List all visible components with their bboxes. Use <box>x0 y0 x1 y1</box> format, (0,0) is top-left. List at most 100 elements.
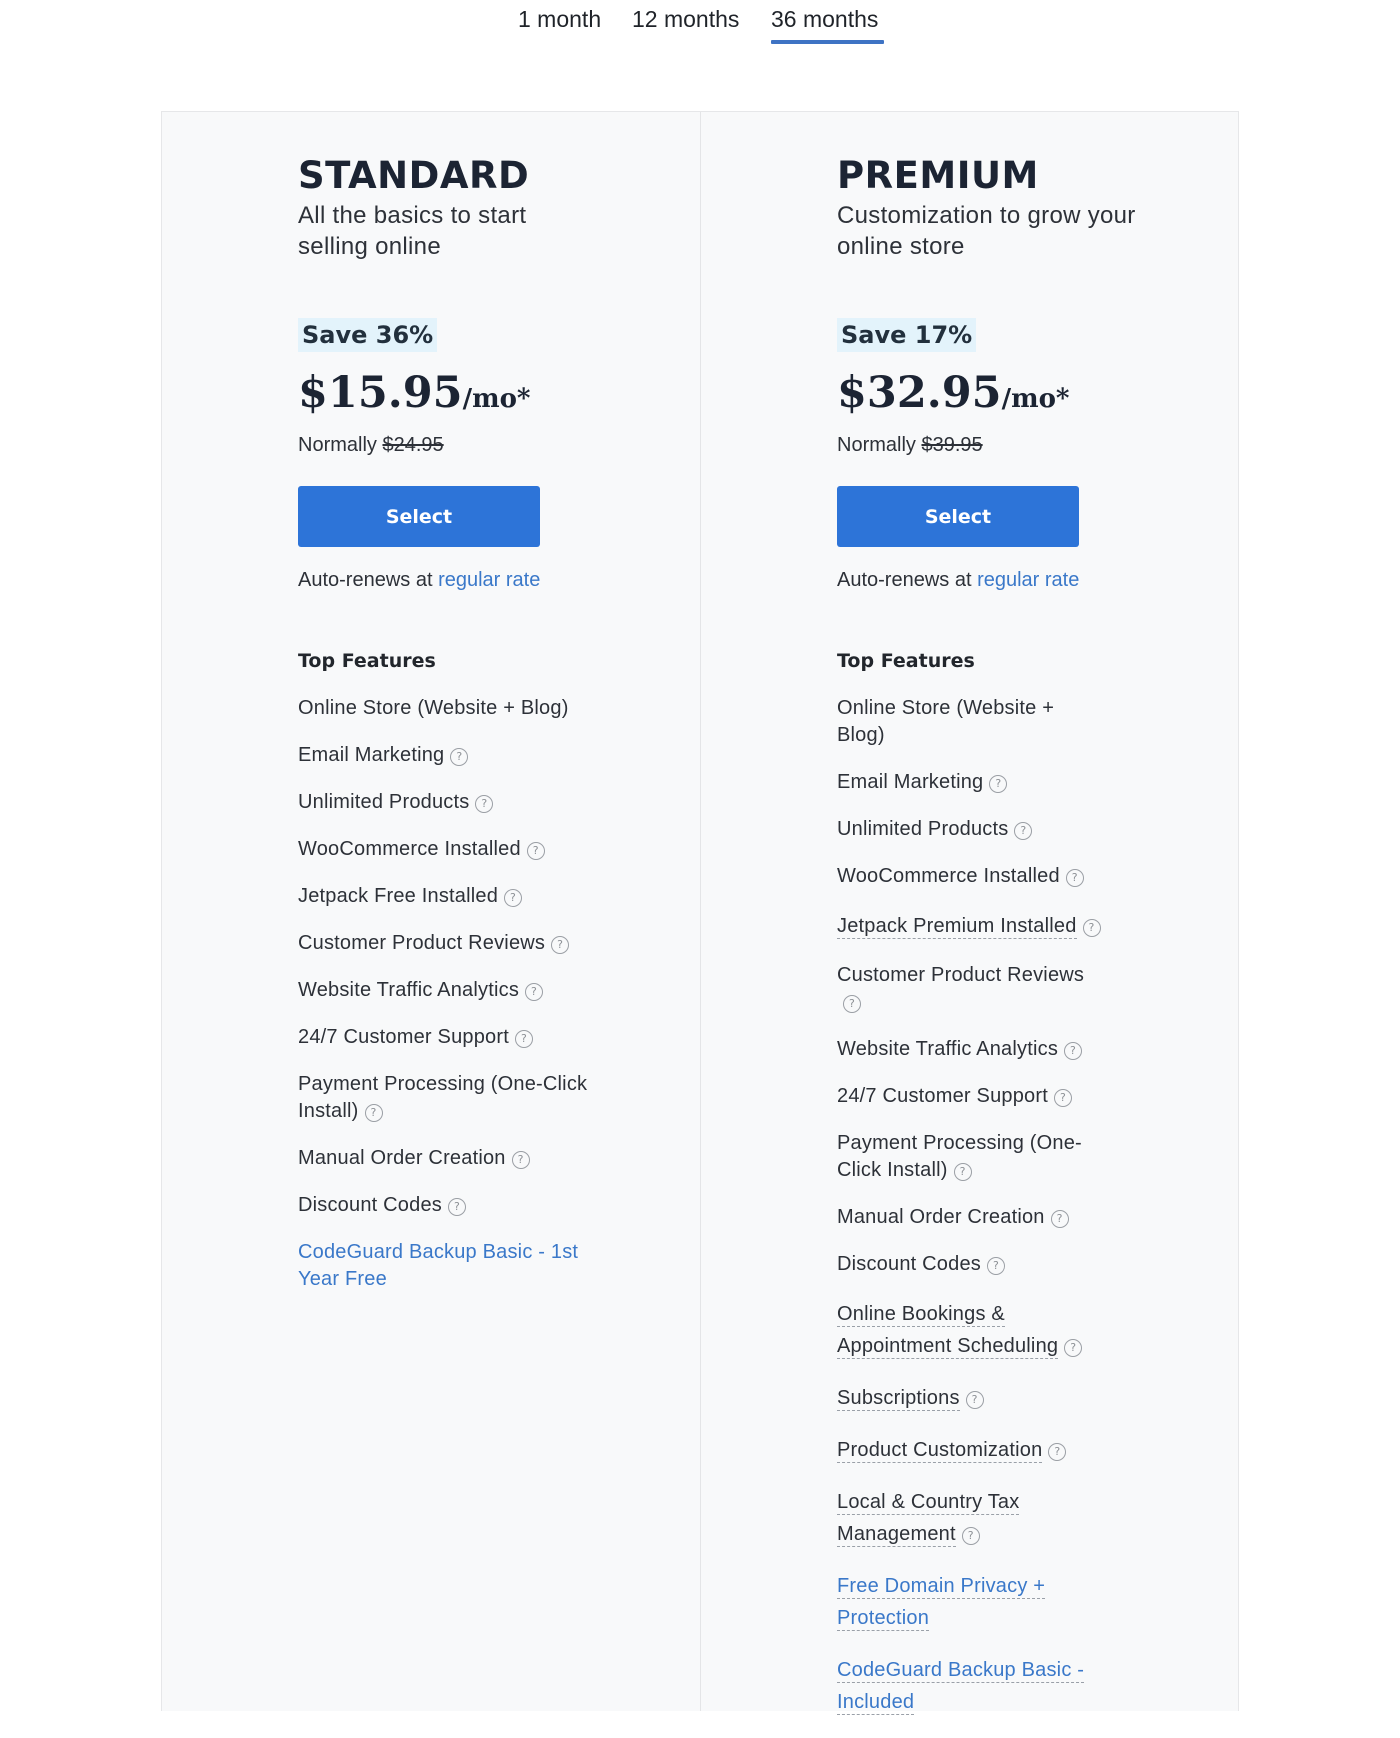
help-icon[interactable]: ? <box>526 842 545 860</box>
plan-subtitle: Customization to grow your online store <box>837 202 1136 260</box>
feature-item[interactable]: Product Customization? <box>837 1434 1107 1466</box>
normal-price-label: Normally <box>837 434 916 456</box>
help-icon[interactable]: ? <box>986 1257 1005 1275</box>
price-unit: /mo* <box>1001 384 1070 414</box>
feature-item: Manual Order Creation? <box>837 1204 1107 1231</box>
help-icon[interactable]: ? <box>1064 1339 1083 1357</box>
normal-price: Normally $24.95 <box>298 434 444 457</box>
active-tab-indicator <box>771 40 884 44</box>
feature-item: Unlimited Products? <box>298 789 598 816</box>
help-icon[interactable]: ? <box>1014 822 1033 840</box>
feature-label[interactable]: CodeGuard Backup Basic - Included <box>837 1659 1085 1715</box>
feature-item: Website Traffic Analytics? <box>837 1036 1107 1063</box>
feature-item: Website Traffic Analytics? <box>298 977 598 1004</box>
help-icon[interactable]: ? <box>843 995 861 1013</box>
feature-label[interactable]: Product Customization <box>837 1439 1043 1463</box>
feature-label: WooCommerce Installed <box>837 865 1060 887</box>
feature-item: Payment Processing (One-Click Install)? <box>298 1071 598 1125</box>
normal-price-value: $39.95 <box>921 434 983 456</box>
help-icon[interactable]: ? <box>525 983 544 1001</box>
price-unit: /mo* <box>462 384 531 414</box>
column-divider <box>700 112 701 1711</box>
feature-label: Discount Codes <box>837 1253 981 1275</box>
feature-label: Email Marketing <box>837 771 984 793</box>
feature-item[interactable]: Free Domain Privacy + Protection <box>837 1570 1107 1634</box>
price: $15.95/mo* <box>298 368 531 418</box>
feature-item: Email Marketing? <box>837 769 1107 796</box>
help-icon[interactable]: ? <box>1053 1089 1072 1107</box>
tab-12-months[interactable]: 12 months <box>632 6 739 33</box>
feature-label: Jetpack Free Installed <box>298 885 499 907</box>
feature-item[interactable]: Local & Country Tax Management? <box>837 1486 1107 1550</box>
feature-label: 24/7 Customer Support <box>298 1026 509 1048</box>
feature-item: 24/7 Customer Support? <box>298 1024 598 1051</box>
help-icon[interactable]: ? <box>504 889 523 907</box>
feature-label[interactable]: Subscriptions <box>837 1387 960 1411</box>
feature-label[interactable]: Online Bookings & Appointment Scheduling <box>837 1303 1059 1359</box>
plan-subtitle: All the basics to start selling online <box>298 202 527 260</box>
feature-item[interactable]: Online Bookings & Appointment Scheduling… <box>837 1298 1107 1362</box>
feature-item[interactable]: CodeGuard Backup Basic - Included <box>837 1654 1107 1718</box>
tab-1-month[interactable]: 1 month <box>518 6 601 33</box>
auto-renew-note: Auto-renews at regular rate <box>837 569 1079 592</box>
tab-36-months[interactable]: 36 months <box>771 6 878 33</box>
feature-item[interactable]: Subscriptions? <box>837 1382 1107 1414</box>
feature-label: Unlimited Products <box>298 791 470 813</box>
price: $32.95/mo* <box>837 368 1070 418</box>
feature-item[interactable]: CodeGuard Backup Basic - 1st Year Free <box>298 1239 598 1293</box>
help-icon[interactable]: ? <box>475 795 494 813</box>
normal-price-label: Normally <box>298 434 377 456</box>
feature-label: Online Store (Website + Blog) <box>837 697 1055 746</box>
features-list: Online Store (Website + Blog) Email Marke… <box>837 695 1137 1738</box>
feature-item: Unlimited Products? <box>837 816 1107 843</box>
feature-item: Online Store (Website + Blog) <box>298 695 598 722</box>
help-icon[interactable]: ? <box>953 1163 972 1181</box>
plan-title: STANDARD <box>298 154 530 197</box>
help-icon[interactable]: ? <box>1082 919 1101 937</box>
feature-item: WooCommerce Installed? <box>298 836 598 863</box>
feature-label[interactable]: CodeGuard Backup Basic - 1st Year Free <box>298 1241 578 1290</box>
help-icon[interactable]: ? <box>364 1104 383 1122</box>
feature-label: WooCommerce Installed <box>298 838 521 860</box>
feature-label: Email Marketing <box>298 744 445 766</box>
price-amount: $32.95 <box>837 368 1002 418</box>
feature-label: Customer Product Reviews <box>837 964 1085 986</box>
feature-item: Payment Processing (One-Click Install)? <box>837 1130 1107 1184</box>
help-icon[interactable]: ? <box>511 1151 530 1169</box>
save-badge: Save 36% <box>298 318 438 352</box>
help-icon[interactable]: ? <box>961 1527 980 1545</box>
help-icon[interactable]: ? <box>1048 1443 1067 1461</box>
feature-item[interactable]: Jetpack Premium Installed? <box>837 910 1107 942</box>
help-icon[interactable]: ? <box>989 775 1008 793</box>
feature-label: 24/7 Customer Support <box>837 1085 1048 1107</box>
normal-price-value: $24.95 <box>382 434 444 456</box>
feature-item: Jetpack Free Installed? <box>298 883 598 910</box>
feature-item: Manual Order Creation? <box>298 1145 598 1172</box>
feature-label: Discount Codes <box>298 1194 442 1216</box>
select-standard-button[interactable]: Select <box>298 486 540 547</box>
feature-label[interactable]: Local & Country Tax Management <box>837 1491 1020 1547</box>
help-icon[interactable]: ? <box>1065 869 1084 887</box>
select-premium-button[interactable]: Select <box>837 486 1079 547</box>
feature-label: Website Traffic Analytics <box>837 1038 1059 1060</box>
help-icon[interactable]: ? <box>965 1391 984 1409</box>
features-list: Online Store (Website + Blog) Email Marke… <box>298 695 598 1313</box>
help-icon[interactable]: ? <box>1050 1210 1069 1228</box>
auto-renew-note: Auto-renews at regular rate <box>298 569 540 592</box>
help-icon[interactable]: ? <box>447 1198 466 1216</box>
feature-label: Website Traffic Analytics <box>298 979 520 1001</box>
help-icon[interactable]: ? <box>551 936 570 954</box>
feature-label[interactable]: Jetpack Premium Installed <box>837 915 1077 939</box>
features-heading: Top Features <box>298 650 436 672</box>
feature-item: Customer Product Reviews? <box>837 962 1107 1016</box>
feature-item: Online Store (Website + Blog) <box>837 695 1107 749</box>
help-icon[interactable]: ? <box>1064 1042 1083 1060</box>
feature-label: Manual Order Creation <box>837 1206 1045 1228</box>
help-icon[interactable]: ? <box>450 748 469 766</box>
feature-label: Online Store (Website + Blog) <box>298 697 569 719</box>
regular-rate-link[interactable]: regular rate <box>977 569 1079 591</box>
features-heading: Top Features <box>837 650 975 672</box>
feature-label[interactable]: Free Domain Privacy + Protection <box>837 1575 1046 1631</box>
regular-rate-link[interactable]: regular rate <box>438 569 540 591</box>
help-icon[interactable]: ? <box>514 1030 533 1048</box>
